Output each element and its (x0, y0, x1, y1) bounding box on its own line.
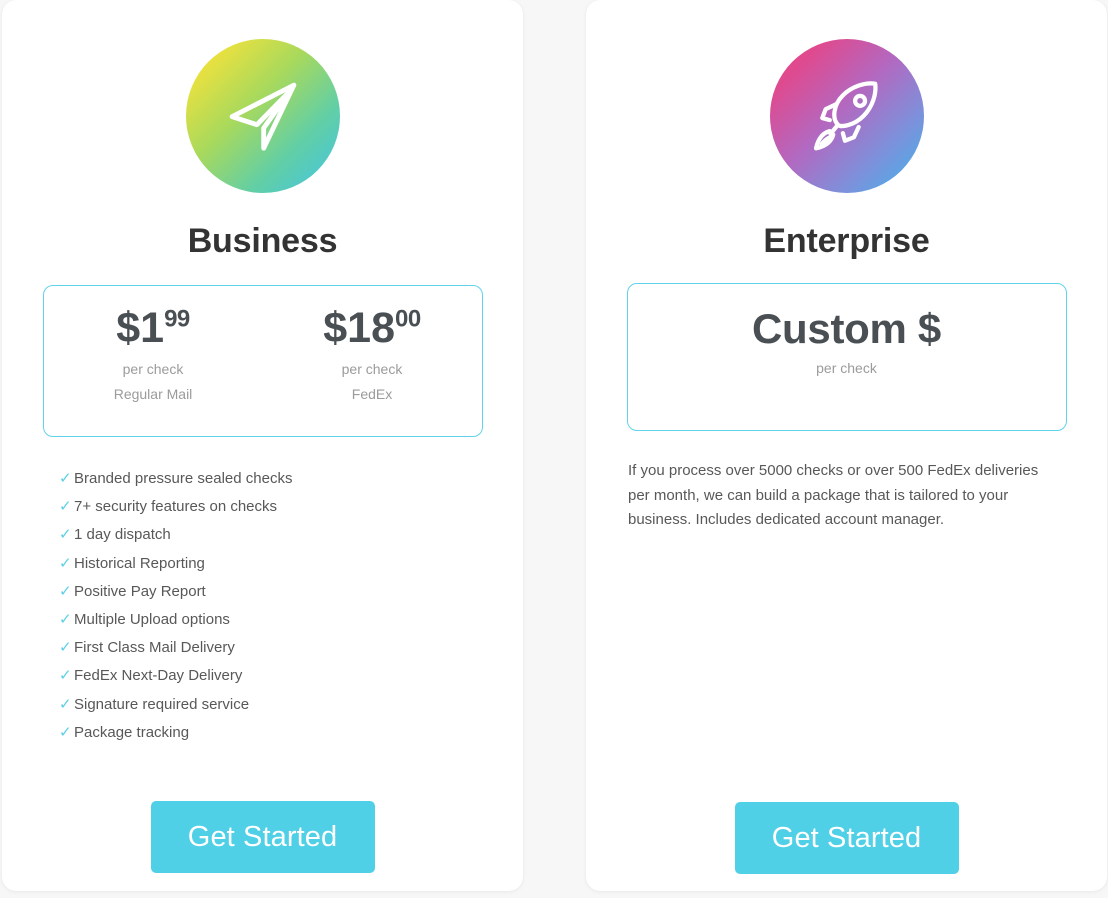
price-box-business: $199 per check Regular Mail $1800 per ch… (42, 285, 483, 437)
check-icon: ✓ (59, 610, 72, 628)
feature-list-business: ✓ Branded pressure sealed checks ✓ 7+ se… (2, 469, 523, 743)
price-unit-regular-mail: per check (122, 361, 184, 377)
feature-label: FedEx Next-Day Delivery (74, 667, 243, 685)
check-icon: ✓ (59, 470, 72, 487)
get-started-button-enterprise[interactable]: Get Started (734, 802, 959, 874)
check-icon: ✓ (59, 498, 72, 516)
pricing-card-enterprise: Enterprise Custom $ per check If you pro… (586, 0, 1107, 891)
list-item: ✓ Package tracking (59, 723, 523, 743)
feature-label: First Class Mail Delivery (74, 639, 235, 657)
price-unit-fedex: per check (341, 361, 403, 377)
price-dollars: $18 (323, 304, 396, 352)
price-column-regular-mail: $199 per check Regular Mail (44, 286, 263, 404)
list-item: ✓ Branded pressure sealed checks (59, 469, 523, 489)
list-item: ✓ 7+ security features on checks (59, 497, 523, 517)
feature-label: Historical Reporting (74, 554, 205, 572)
pricing-plans-container: Business $199 per check Regular Mail $18… (0, 0, 1108, 898)
price-dollars: $1 (116, 304, 165, 352)
cta-row-enterprise: Get Started (586, 802, 1107, 874)
list-item: ✓ 1 day dispatch (59, 525, 523, 545)
price-method-fedex: FedEx (351, 386, 393, 402)
list-item: ✓ First Class Mail Delivery (59, 638, 523, 658)
check-icon: ✓ (59, 582, 72, 600)
check-icon: ✓ (59, 639, 72, 657)
custom-price-amount: Custom $ (752, 305, 941, 352)
feature-label: Positive Pay Report (74, 582, 206, 600)
price-method-regular-mail: Regular Mail (113, 386, 193, 402)
paper-plane-icon (185, 39, 340, 193)
feature-label: Branded pressure sealed checks (74, 470, 293, 487)
check-icon: ✓ (59, 667, 72, 685)
plan-title-business: Business (187, 222, 338, 260)
feature-label: Multiple Upload options (74, 610, 230, 628)
feature-label: 1 day dispatch (74, 526, 171, 544)
check-icon: ✓ (59, 526, 72, 544)
feature-label: Package tracking (74, 723, 190, 741)
custom-price-unit: per check (816, 360, 877, 376)
feature-label: Signature required service (74, 695, 250, 713)
list-item: ✓ Multiple Upload options (59, 610, 523, 630)
list-item: ✓ Signature required service (59, 695, 523, 715)
check-icon: ✓ (59, 554, 72, 572)
price-cents: 00 (395, 305, 421, 333)
price-amount-fedex: $1800 (263, 305, 482, 351)
price-cents: 99 (164, 305, 190, 333)
plan-title-enterprise: Enterprise (763, 222, 930, 260)
feature-label: 7+ security features on checks (74, 498, 278, 516)
check-icon: ✓ (59, 723, 72, 741)
list-item: ✓ FedEx Next-Day Delivery (59, 666, 523, 686)
price-column-fedex: $1800 per check FedEx (263, 286, 482, 404)
check-icon: ✓ (59, 695, 72, 713)
cta-row-business: Get Started (2, 801, 523, 873)
pricing-card-business: Business $199 per check Regular Mail $18… (2, 0, 523, 891)
enterprise-description: If you process over 5000 checks or over … (628, 462, 1039, 528)
list-item: ✓ Historical Reporting (59, 554, 523, 574)
rocket-icon (769, 39, 924, 193)
list-item: ✓ Positive Pay Report (59, 582, 523, 602)
price-amount-regular-mail: $199 (44, 305, 263, 351)
price-box-enterprise: Custom $ per check (626, 283, 1067, 431)
get-started-button-business[interactable]: Get Started (150, 801, 375, 873)
